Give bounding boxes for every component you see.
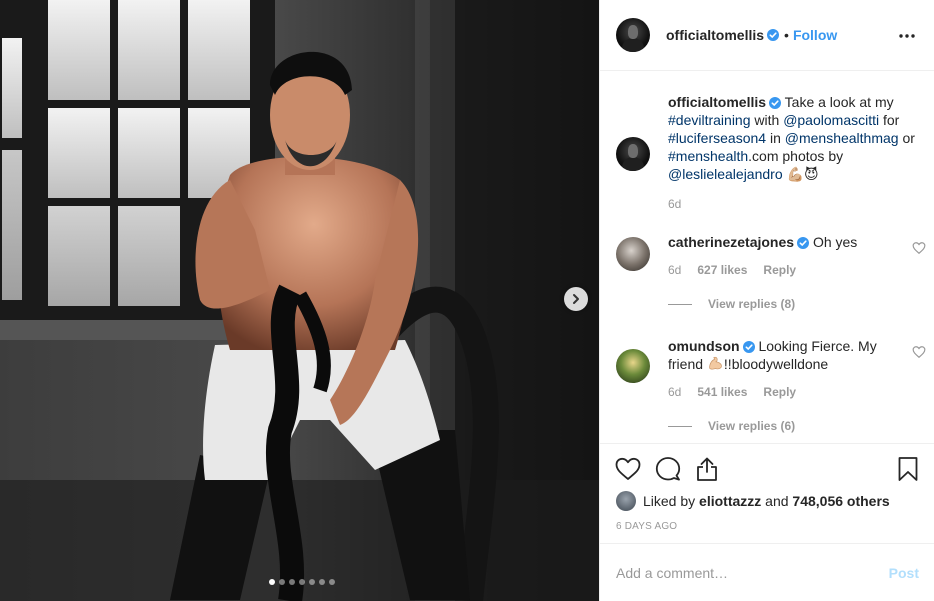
caption-tag-link[interactable]: @paolomascitti: [783, 112, 879, 128]
caption-text: officialtomellis Take a look at my #devi…: [668, 93, 918, 183]
owner-avatar[interactable]: [616, 18, 650, 52]
post-comment-button[interactable]: Post: [889, 565, 919, 581]
bookmark-icon: [898, 457, 918, 481]
comment-like-heart-icon[interactable]: [912, 241, 926, 255]
comment-like-heart-icon[interactable]: [912, 345, 926, 359]
caption-text-segment: or: [898, 130, 915, 146]
post-header: officialtomellis • Follow: [600, 0, 934, 71]
add-comment-form: Post: [600, 543, 934, 601]
view-replies-button[interactable]: View replies (8): [668, 297, 795, 311]
verified-badge-icon: [767, 29, 780, 41]
comment-body: Oh yes: [812, 234, 858, 250]
comment-username[interactable]: catherinezetajones: [668, 234, 794, 250]
reply-button[interactable]: Reply: [763, 385, 796, 399]
more-options-button[interactable]: [895, 24, 919, 48]
liked-by-prefix: Liked by: [643, 493, 696, 509]
caption-text-segment: in: [766, 130, 785, 146]
post-media[interactable]: [0, 0, 599, 601]
caption-text-segment: Take a look at my: [781, 94, 894, 110]
caption-tag-link[interactable]: #luciferseason4: [668, 130, 766, 146]
liked-by-summary: Liked by eliottazzz and 748,056 others: [616, 491, 890, 511]
comment-avatar[interactable]: [616, 237, 650, 271]
comment-text: omundson Looking Fierce. My friend !!blo…: [668, 337, 914, 373]
view-replies-label: View replies (6): [708, 419, 796, 433]
comment-button[interactable]: [654, 455, 682, 483]
liker-avatar[interactable]: [616, 491, 636, 511]
post-side-panel: officialtomellis • Follow officialtomell…: [599, 0, 934, 601]
follow-button[interactable]: Follow: [793, 27, 837, 43]
reply-button[interactable]: Reply: [763, 263, 796, 277]
next-slide-button[interactable]: [564, 287, 588, 311]
caption-text-segment: .com photos by: [748, 148, 844, 164]
owner-username[interactable]: officialtomellis: [666, 27, 764, 43]
verified-badge-icon: [742, 341, 755, 353]
caption-tag-link[interactable]: #menshealth: [668, 148, 748, 164]
verified-badge-icon: [797, 237, 810, 249]
carousel-dot: [279, 579, 285, 585]
carousel-dot: [299, 579, 305, 585]
flexed-biceps-emoji-icon: [709, 356, 722, 370]
carousel-dot: [309, 579, 315, 585]
likes-count[interactable]: 748,056 others: [792, 493, 889, 509]
view-replies-label: View replies (8): [708, 297, 796, 311]
liked-by-user[interactable]: eliottazzz: [699, 493, 761, 509]
caption-text-segment: with: [750, 112, 784, 128]
caption-text-segment: for: [879, 112, 900, 128]
save-button[interactable]: [894, 455, 922, 483]
chevron-right-icon: [573, 294, 579, 304]
comment-text: catherinezetajones Oh yes: [668, 233, 914, 251]
replies-divider: [668, 425, 692, 427]
comment-time[interactable]: 6d: [668, 263, 681, 277]
like-button[interactable]: [614, 455, 642, 483]
comment-username[interactable]: omundson: [668, 338, 740, 354]
post-photo: [0, 0, 599, 601]
comment-avatar[interactable]: [616, 349, 650, 383]
more-horizontal-icon: [899, 34, 915, 38]
carousel-dot: [319, 579, 325, 585]
instagram-post: officialtomellis • Follow officialtomell…: [0, 0, 934, 601]
caption-meta: 6d: [668, 197, 681, 211]
view-replies-button[interactable]: View replies (6): [668, 419, 795, 433]
carousel-indicator: [0, 579, 599, 585]
caption-tag-link[interactable]: @leslielealejandro: [668, 166, 783, 182]
comment-likes[interactable]: 627 likes: [697, 263, 747, 277]
replies-divider: [668, 303, 692, 305]
heart-icon: [615, 457, 641, 480]
comment-time[interactable]: 6d: [668, 385, 681, 399]
caption-username[interactable]: officialtomellis: [668, 94, 766, 110]
caption-avatar[interactable]: [616, 137, 650, 171]
comment-meta: 6d 541 likes Reply: [668, 385, 796, 399]
caption-tag-link[interactable]: #deviltraining: [668, 112, 751, 128]
comments-list[interactable]: officialtomellis Take a look at my #devi…: [600, 71, 934, 443]
carousel-dot: [329, 579, 335, 585]
caption-time[interactable]: 6d: [668, 197, 681, 211]
comment-body-end: !!bloodywelldone: [723, 356, 829, 372]
comment-input[interactable]: [616, 564, 889, 581]
speech-bubble-icon: [655, 457, 681, 481]
caption-text-segment: 💪🏼😈: [782, 166, 819, 182]
comment-likes[interactable]: 541 likes: [697, 385, 747, 399]
post-actions: Liked by eliottazzz and 748,056 others 6…: [600, 443, 934, 543]
share-button[interactable]: [693, 455, 721, 483]
header-separator: •: [784, 27, 789, 43]
share-upload-icon: [697, 457, 717, 481]
comment-meta: 6d 627 likes Reply: [668, 263, 796, 277]
carousel-dot: [289, 579, 295, 585]
liked-by-and: and: [765, 493, 789, 509]
post-timestamp[interactable]: 6 DAYS AGO: [616, 521, 677, 532]
carousel-dot: [269, 579, 275, 585]
verified-badge-icon: [769, 97, 782, 109]
caption-tag-link[interactable]: @menshealthmag: [785, 130, 899, 146]
